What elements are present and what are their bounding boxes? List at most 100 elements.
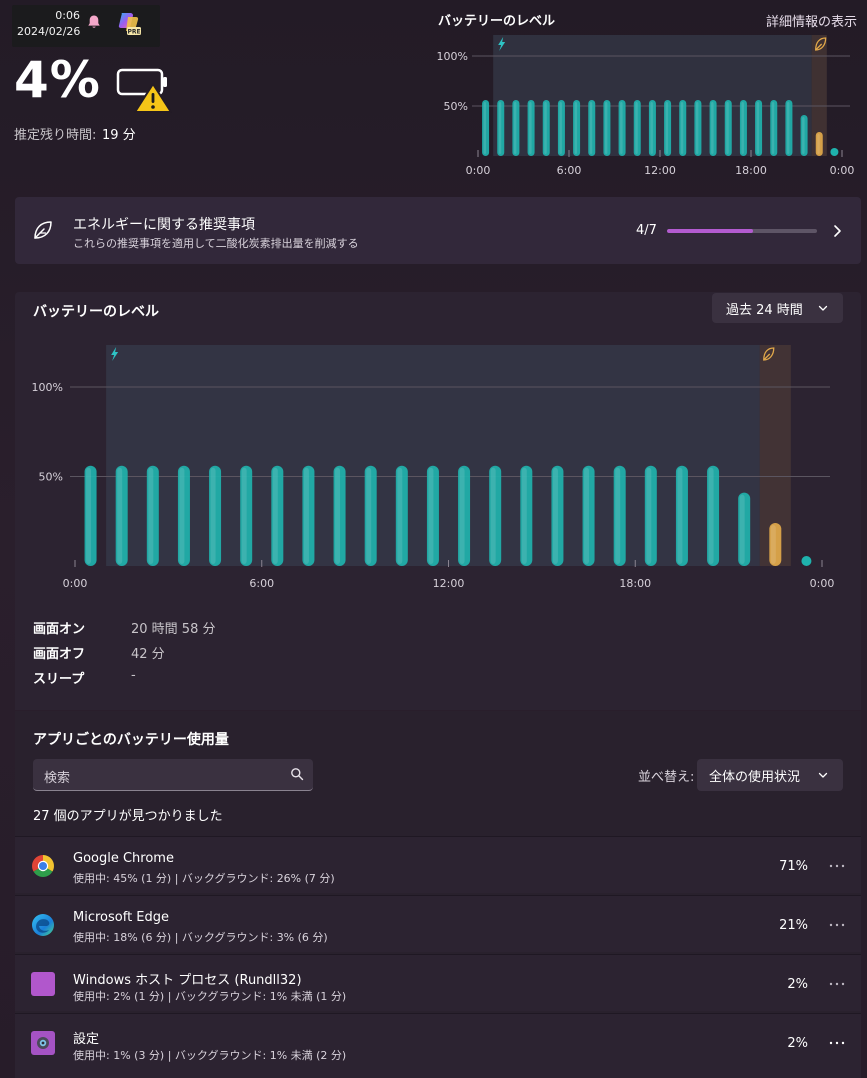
- battery-bar-highlight: [635, 102, 638, 154]
- y-tick-label: 100%: [32, 381, 63, 394]
- more-options-icon[interactable]: [828, 922, 846, 928]
- more-options-icon[interactable]: [828, 863, 846, 869]
- battery-bar-highlight: [646, 467, 652, 564]
- y-tick-label: 50%: [444, 100, 468, 113]
- battery-bar-highlight: [695, 102, 699, 154]
- battery-bar-highlight: [756, 102, 760, 154]
- details-link[interactable]: 詳細情報の表示: [766, 11, 857, 30]
- battery-bar-highlight: [589, 102, 593, 154]
- chrome-icon: [32, 855, 54, 877]
- battery-bar-highlight: [559, 102, 562, 154]
- screen-off-value: 42 分: [131, 647, 165, 662]
- app-usage-title: アプリごとのバッテリー使用量: [33, 732, 229, 748]
- recommendation-progress-bar: [667, 229, 817, 233]
- battery-bar-highlight: [802, 117, 805, 154]
- battery-bar-highlight: [650, 102, 653, 154]
- battery-bar-highlight: [210, 467, 216, 564]
- apps-found-count: 27 個のアプリが見つかりました: [33, 809, 223, 824]
- search-input[interactable]: [33, 759, 313, 791]
- x-tick-label: 0:00: [466, 164, 491, 177]
- app-detail: 使用中: 18% (6 分) | バックグラウンド: 3% (6 分): [73, 931, 328, 944]
- battery-bar-highlight: [620, 102, 623, 154]
- time-range-value: 過去 24 時間: [726, 303, 803, 318]
- battery-bar-highlight: [428, 467, 434, 564]
- battery-percentage: 4%: [14, 51, 101, 109]
- battery-bar-highlight: [148, 467, 154, 564]
- copilot-pre-icon[interactable]: PRE: [116, 10, 142, 36]
- battery-bar-highlight: [117, 467, 123, 564]
- battery-bar: [801, 556, 812, 566]
- chevron-down-icon: [818, 772, 828, 778]
- app-name: Google Chrome: [73, 851, 174, 866]
- battery-bar-highlight: [584, 467, 590, 564]
- app-name: Windows ホスト プロセス (Rundll32): [73, 973, 302, 988]
- bell-icon[interactable]: [86, 14, 102, 30]
- chevron-down-icon: [818, 305, 828, 311]
- battery-bar-highlight: [770, 525, 776, 564]
- battery-bar-highlight: [786, 102, 790, 154]
- app-detail: 使用中: 1% (3 分) | バックグラウンド: 1% 未満 (2 分): [73, 1049, 347, 1062]
- more-options-icon[interactable]: [828, 1040, 846, 1046]
- battery-bar-highlight: [459, 467, 465, 564]
- edge-icon: [32, 914, 54, 936]
- battery-warning-icon: [116, 68, 172, 113]
- battery-bar-highlight: [513, 102, 517, 154]
- battery-bar-highlight: [665, 102, 669, 154]
- battery-bar-highlight: [741, 102, 744, 154]
- battery-bar-highlight: [615, 467, 621, 564]
- search-placeholder: 検索: [44, 771, 71, 786]
- recommendation-progress-fill: [667, 229, 753, 233]
- windows-host-process-icon: [31, 972, 55, 996]
- battery-bar-highlight: [366, 467, 372, 564]
- screen-off-label: 画面オフ: [33, 647, 86, 662]
- battery-bar-highlight: [490, 467, 496, 564]
- app-percent: 21%: [779, 918, 808, 933]
- screen-on-label: 画面オン: [33, 622, 86, 637]
- battery-level-title: バッテリーのレベル: [33, 304, 159, 320]
- search-icon[interactable]: [290, 767, 304, 781]
- x-tick-label: 18:00: [735, 164, 767, 177]
- remaining-time-value: 19 分: [102, 128, 136, 143]
- x-tick-label: 0:00: [830, 164, 855, 177]
- app-percent: 2%: [787, 1036, 808, 1051]
- x-tick-label: 12:00: [433, 577, 465, 590]
- x-tick-label: 6:00: [249, 577, 274, 590]
- battery-bar-highlight: [179, 467, 185, 564]
- recommendation-subtitle: これらの推奨事項を適用して二酸化炭素排出量を削減する: [73, 237, 359, 250]
- battery-bar-highlight: [272, 467, 278, 564]
- sort-label: 並べ替え:: [638, 770, 695, 785]
- battery-bar-highlight: [677, 467, 683, 564]
- battery-bar-highlight: [241, 467, 247, 564]
- mini-battery-chart: 100% 50% 0:00 6:00 12:00 18:00 0:00: [437, 35, 855, 177]
- chevron-right-icon[interactable]: [830, 223, 844, 239]
- app-percent: 71%: [779, 859, 808, 874]
- battery-bar-highlight: [521, 467, 527, 564]
- app-detail: 使用中: 2% (1 分) | バックグラウンド: 1% 未満 (1 分): [73, 990, 347, 1003]
- y-tick-label: 50%: [39, 471, 63, 484]
- more-options-icon[interactable]: [828, 981, 846, 987]
- battery-bar-highlight: [483, 102, 487, 154]
- recommendation-title: エネルギーに関する推奨事項: [73, 217, 255, 233]
- mini-chart-title: バッテリーのレベル: [438, 14, 556, 29]
- battery-bar-highlight: [680, 102, 684, 154]
- battery-bar-highlight: [708, 467, 714, 564]
- leaf-icon: [34, 221, 52, 239]
- app-name: Microsoft Edge: [73, 910, 170, 925]
- battery-bar-highlight: [771, 102, 775, 154]
- battery-bar-highlight: [552, 467, 558, 564]
- battery-bar-highlight: [726, 102, 729, 154]
- x-tick-label: 0:00: [810, 577, 835, 590]
- clock-date[interactable]: 2024/02/26: [17, 25, 80, 38]
- battery-bar-highlight: [544, 102, 547, 154]
- x-tick-label: 6:00: [557, 164, 582, 177]
- battery-bar-highlight: [303, 467, 309, 564]
- app-row-settings[interactable]: [15, 1013, 861, 1078]
- screen-on-value: 20 時間 58 分: [131, 622, 216, 637]
- battery-bar: [830, 148, 839, 156]
- battery-bar-highlight: [529, 102, 532, 154]
- x-tick-label: 12:00: [644, 164, 676, 177]
- sleep-value: -: [131, 668, 136, 683]
- recommendation-count: 4/7: [636, 223, 657, 238]
- battery-bar-highlight: [86, 467, 92, 564]
- clock-time[interactable]: 0:06: [45, 9, 80, 22]
